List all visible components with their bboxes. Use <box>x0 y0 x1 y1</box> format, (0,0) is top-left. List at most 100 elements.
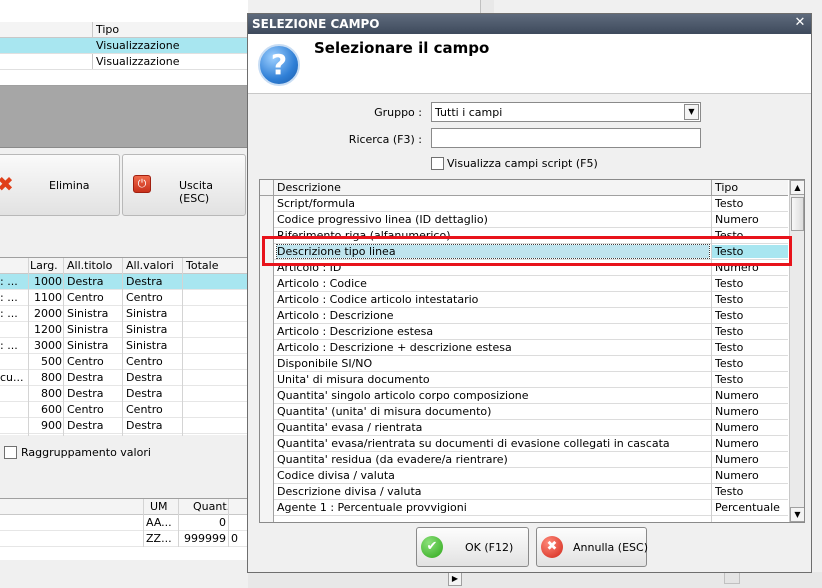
columns-grid-header: Larg. All.titolo All.valori Totale <box>0 258 248 274</box>
field-description: Agente 1 : Percentuale provvigioni <box>277 501 467 514</box>
delete-button[interactable]: ✖ Elimina <box>0 154 120 216</box>
table-row[interactable]: Visualizzazione <box>0 54 248 70</box>
table-row[interactable]: 800 Destra Destra <box>0 386 248 402</box>
row-indicator[interactable] <box>260 404 274 420</box>
row-indicator[interactable] <box>260 452 274 468</box>
field-list-row[interactable]: Articolo : Codice Testo <box>260 276 788 292</box>
show-script-fields-checkbox[interactable] <box>431 157 444 170</box>
table-row[interactable]: : ... 1100 Centro Centro <box>0 290 248 306</box>
table-row[interactable]: : ... 1000 Destra Destra <box>0 274 248 290</box>
row-indicator[interactable] <box>260 308 274 324</box>
row-indicator[interactable] <box>260 292 274 308</box>
background-items-grid: UM Quant. AA... 0 ZZ... 999999 0 <box>0 498 248 560</box>
field-list-row[interactable]: Codice progressivo linea (ID dettaglio) N… <box>260 212 788 228</box>
row-indicator[interactable] <box>260 420 274 436</box>
search-input[interactable] <box>431 128 701 148</box>
field-type: Numero <box>715 213 759 226</box>
table-cell: Sinistra <box>126 307 168 320</box>
field-description: Articolo : Codice articolo intestatario <box>277 293 479 306</box>
table-cell: Destra <box>126 275 163 288</box>
field-type: Testo <box>715 197 744 210</box>
row-indicator[interactable] <box>260 436 274 452</box>
table-cell: : ... <box>0 291 18 304</box>
grouping-checkbox-box[interactable] <box>4 446 17 459</box>
row-indicator[interactable] <box>260 340 274 356</box>
row-indicator[interactable] <box>260 388 274 404</box>
row-indicator[interactable] <box>260 484 274 500</box>
table-row[interactable]: : ... 3000 Sinistra Sinistra <box>0 338 248 354</box>
scroll-right-icon[interactable]: ▶ <box>448 572 462 586</box>
column-header-description[interactable]: Descrizione <box>277 181 341 194</box>
table-cell: Sinistra <box>67 307 109 320</box>
table-row[interactable]: Visualizzazione <box>0 38 248 54</box>
scrollbar-thumb[interactable] <box>791 197 804 231</box>
table-row[interactable]: 500 Centro Centro <box>0 354 248 370</box>
field-list-row[interactable]: Unita' di misura documento Testo <box>260 372 788 388</box>
field-type: Numero <box>715 453 759 466</box>
table-cell: 500 <box>41 355 62 368</box>
table-cell: Sinistra <box>126 339 168 352</box>
field-list-row[interactable]: Disponibile SI/NO Testo <box>260 356 788 372</box>
ok-button[interactable]: ✔ OK (F12) <box>416 527 529 567</box>
field-description: Articolo : Descrizione <box>277 309 394 322</box>
field-list-row[interactable]: Codice divisa / valuta Numero <box>260 468 788 484</box>
field-description: Unita' di misura documento <box>277 373 430 386</box>
background-horizontal-scrollbar[interactable] <box>248 572 822 588</box>
field-description: Articolo : Codice <box>277 277 367 290</box>
field-type: Numero <box>715 421 759 434</box>
table-cell: Sinistra <box>126 323 168 336</box>
dialog-heading: Selezionare il campo <box>314 39 490 57</box>
field-list-row[interactable]: Articolo : Descrizione Testo <box>260 308 788 324</box>
table-row[interactable]: 900 Destra Destra <box>0 418 248 434</box>
table-row[interactable]: ZZ... 999999 0 <box>0 531 248 547</box>
row-indicator[interactable] <box>260 468 274 484</box>
field-description: Quantita' residua (da evadere/a rientrar… <box>277 453 508 466</box>
field-description: Quantita' evasa/rientrata su documenti d… <box>277 437 670 450</box>
table-cell: 1100 <box>34 291 62 304</box>
field-list-row[interactable]: Descrizione divisa / valuta Testo <box>260 484 788 500</box>
field-list-row[interactable]: Quantita' singolo articolo corpo composi… <box>260 388 788 404</box>
table-row[interactable]: cu... 800 Destra Destra <box>0 370 248 386</box>
column-header-type[interactable]: Tipo <box>715 181 738 194</box>
table-row[interactable]: 600 Centro Centro <box>0 402 248 418</box>
table-cell: 2000 <box>34 307 62 320</box>
field-list-row[interactable]: Quantita' evasa / rientrata Numero <box>260 420 788 436</box>
field-list-row[interactable] <box>260 516 788 522</box>
field-list-row[interactable]: Articolo : Descrizione estesa Testo <box>260 324 788 340</box>
cancel-button[interactable]: ✖ Annulla (ESC) <box>536 527 648 567</box>
field-description: Quantita' singolo articolo corpo composi… <box>277 389 529 402</box>
scrollbar-thumb[interactable] <box>724 572 740 584</box>
table-row[interactable]: AA... 0 <box>0 515 248 531</box>
scroll-down-icon[interactable]: ▼ <box>790 507 804 522</box>
field-description: Articolo : Descrizione estesa <box>277 325 434 338</box>
group-select[interactable]: Tutti i campi ▼ <box>431 102 701 122</box>
row-indicator[interactable] <box>260 276 274 292</box>
table-cell: Destra <box>67 419 104 432</box>
row-indicator[interactable] <box>260 500 274 516</box>
field-list-row[interactable]: Script/formula Testo <box>260 196 788 212</box>
table-cell: Sinistra <box>67 323 109 336</box>
field-list-row[interactable]: Quantita' (unita' di misura documento) Nu… <box>260 404 788 420</box>
close-icon[interactable]: ✕ <box>793 16 807 30</box>
field-list-row[interactable]: Quantita' evasa/rientrata su documenti d… <box>260 436 788 452</box>
background-panel <box>0 86 248 148</box>
field-list-scrollbar[interactable]: ▲ ▼ <box>789 180 804 522</box>
scroll-up-icon[interactable]: ▲ <box>790 180 804 195</box>
field-list-row[interactable]: Quantita' residua (da evadere/a rientrar… <box>260 452 788 468</box>
exit-button[interactable]: ⏻ Uscita (ESC) <box>122 154 246 216</box>
field-list-row[interactable]: Agente 1 : Percentuale provvigioni Percen… <box>260 500 788 516</box>
field-list-row[interactable]: Articolo : Descrizione + descrizione est… <box>260 340 788 356</box>
row-indicator[interactable] <box>260 372 274 388</box>
background-type-grid: Tipo Visualizzazione Visualizzazione <box>0 0 248 86</box>
row-indicator[interactable] <box>260 196 274 212</box>
table-row[interactable]: 1200 Sinistra Sinistra <box>0 322 248 338</box>
row-indicator[interactable] <box>260 516 274 522</box>
row-indicator[interactable] <box>260 324 274 340</box>
table-row[interactable]: : ... 2000 Sinistra Sinistra <box>0 306 248 322</box>
field-list-row[interactable]: Articolo : Codice articolo intestatario T… <box>260 292 788 308</box>
row-indicator[interactable] <box>260 212 274 228</box>
chevron-down-icon[interactable]: ▼ <box>684 104 699 120</box>
row-indicator[interactable] <box>260 356 274 372</box>
field-type: Testo <box>715 309 744 322</box>
power-icon: ⏻ <box>133 175 151 193</box>
